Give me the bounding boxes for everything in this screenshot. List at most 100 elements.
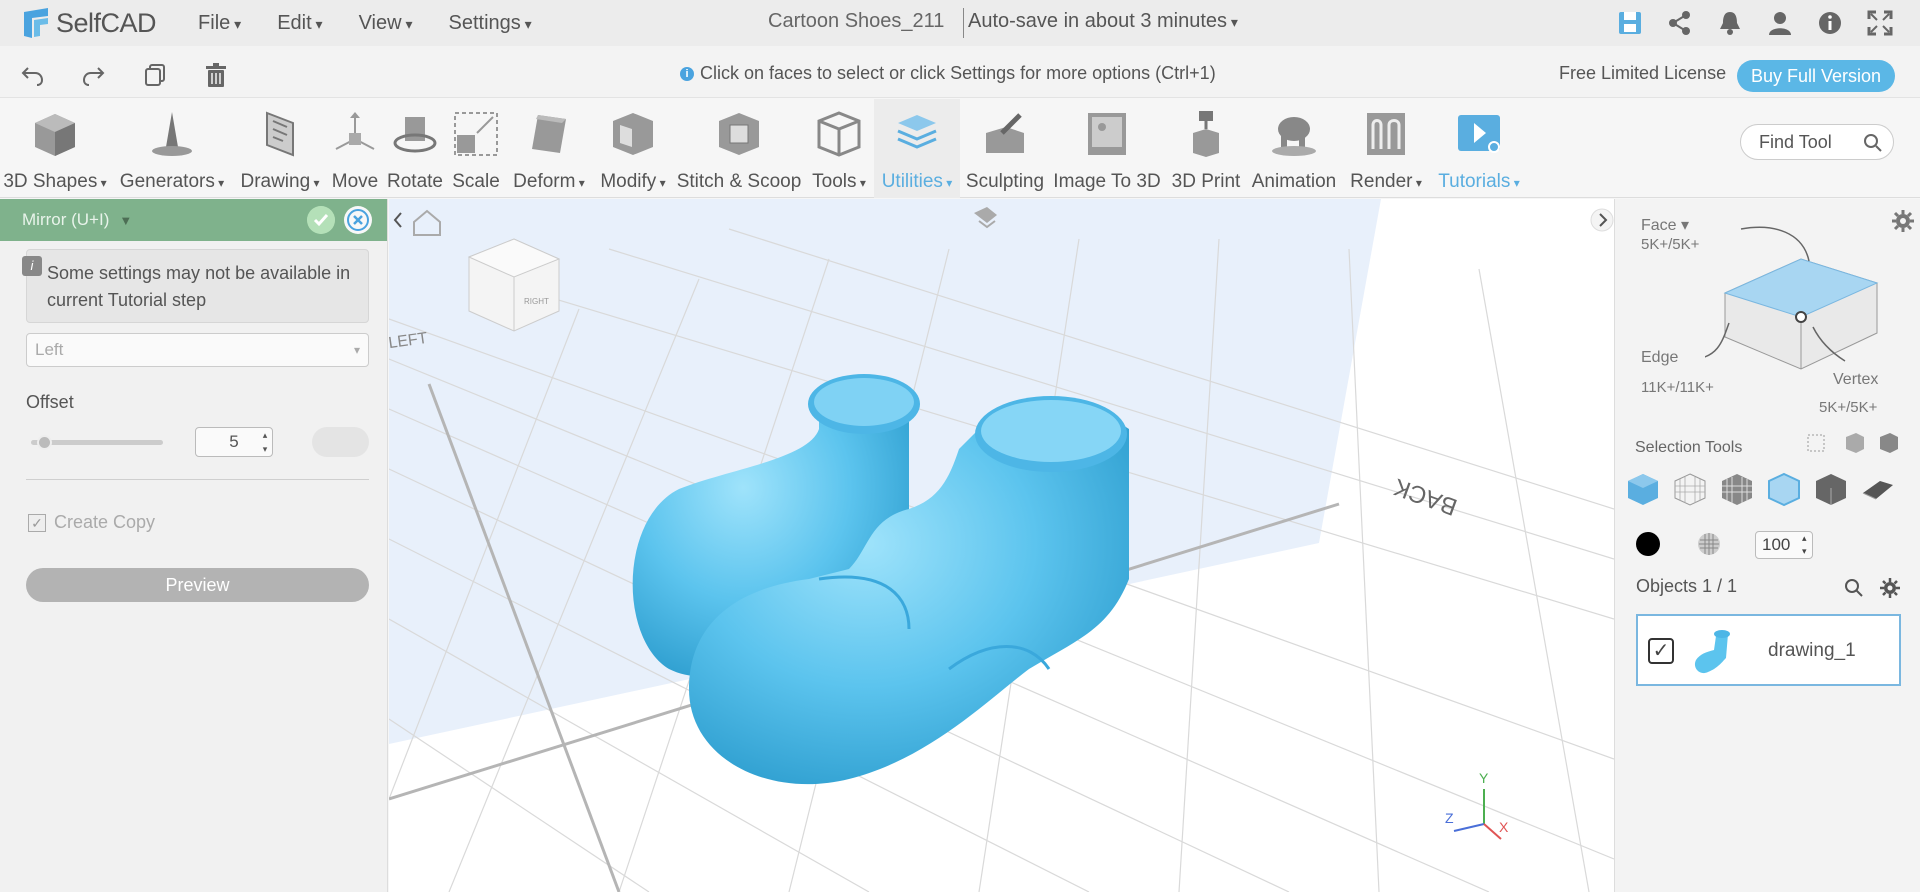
material-texture-icon[interactable] [1696,531,1722,557]
tool-move[interactable]: Move [326,99,384,198]
tool-rotate[interactable]: Rotate [384,99,446,198]
grid-select-icon[interactable] [1719,471,1755,507]
save-icon[interactable] [1616,9,1644,37]
offset-toggle[interactable] [312,427,369,457]
notification-bell-icon[interactable] [1716,9,1744,37]
close-icon[interactable] [344,206,372,234]
hint-info-icon: i [680,66,694,81]
edge-label: Edge [1641,349,1679,366]
3d-printer-icon [1193,111,1219,157]
axis-gizmo: Y Z X [1445,770,1509,840]
tool-stitch-scoop[interactable]: Stitch & Scoop [674,99,804,198]
mirror-tool-panel: Mirror (U+I) ▼ i Some settings may not be… [0,199,388,892]
opacity-stepper[interactable]: 100 [1755,531,1813,559]
offset-stepper[interactable]: 5 [195,427,273,457]
view-cube[interactable]: RIGHT [467,238,561,332]
objects-settings-gear-icon[interactable] [1879,577,1901,599]
menu-settings[interactable]: Settings [449,12,532,35]
face-count: 5K+/5K+ [1641,236,1700,253]
checkbox-box[interactable]: ✓ [28,513,46,532]
face-label: Face [1641,217,1677,234]
selection-mode-small-icons[interactable] [1806,431,1906,455]
tool-sculpting[interactable]: Sculpting [960,99,1050,198]
search-icon[interactable] [1863,133,1883,153]
offset-slider[interactable] [31,435,163,450]
selection-mode-cube-diagram[interactable] [1705,213,1915,383]
tool-3d-print[interactable]: 3D Print [1164,99,1248,198]
tool-modify[interactable]: Modify [592,99,674,198]
axis-y-label: Y [1479,770,1489,786]
note-info-icon: i [22,256,42,276]
hint-text: Click on faces to select or click Settin… [700,63,1216,83]
tool-label: Move [331,171,379,192]
tool-animation[interactable]: Animation [1248,99,1340,198]
menu-view[interactable]: View [359,12,413,35]
tool-label: Deform [506,171,592,193]
preview-button[interactable]: Preview [26,568,369,602]
tool-label: Stitch & Scoop [676,171,802,192]
offset-value: 5 [229,432,239,451]
tool-label: 3D Shapes [0,171,110,193]
3d-viewport[interactable]: RIGHT LEFT BACK Y Z X [389,199,1614,892]
modify-icon [613,113,653,155]
object-list-item[interactable]: ✓ drawing_1 [1636,614,1901,686]
tool-utilities[interactable]: Utilities [874,99,960,198]
info-icon[interactable] [1816,9,1844,37]
confirm-check-icon[interactable] [307,206,335,234]
copy-icon[interactable] [142,62,168,88]
delete-trash-icon[interactable] [203,62,229,88]
viewport-scene[interactable]: RIGHT LEFT BACK Y Z X [389,199,1614,892]
wireframe-select-icon[interactable] [1672,471,1708,507]
document-title[interactable]: Cartoon Shoes_211 [768,10,944,33]
back-view-label: BACK [1390,473,1461,521]
note-text: Some settings may not be available in cu… [47,263,351,310]
menu-file[interactable]: File [198,12,241,35]
scale-icon [454,112,498,156]
redo-icon[interactable] [80,62,106,88]
undo-icon[interactable] [20,62,46,88]
search-objects-icon[interactable] [1843,577,1865,599]
tool-deform[interactable]: Deform [506,99,592,198]
plane-select-icon[interactable] [1860,471,1896,507]
object-visibility-checkbox[interactable]: ✓ [1648,638,1674,664]
tool-render[interactable]: Render [1340,99,1432,198]
tool-label: Animation [1251,171,1337,192]
direction-value: Left [35,340,64,359]
tool-generators[interactable]: Generators [116,99,228,198]
select-face-cube-icon[interactable] [1625,471,1661,507]
generator-cone-icon [152,112,192,156]
image-to-3d-icon [1088,113,1126,155]
collapse-left-panel-icon[interactable] [389,205,407,235]
collapse-right-panel-icon[interactable] [1590,205,1614,235]
tool-drawing[interactable]: Drawing [234,99,326,198]
tool-3d-shapes[interactable]: 3D Shapes [0,99,110,198]
rotate-icon [393,117,437,153]
fullscreen-icon[interactable] [1866,9,1894,37]
tool-label: 3D Print [1171,171,1241,192]
tool-tutorials[interactable]: Tutorials [1432,99,1526,198]
create-copy-checkbox[interactable]: ✓ Create Copy [28,512,155,533]
user-account-icon[interactable] [1766,9,1794,37]
face-mode-label[interactable]: Face ▾ [1641,215,1689,235]
find-tool-input[interactable]: Find Tool [1740,124,1894,160]
menu-bar: SelfCAD File Edit View Settings Cartoon … [0,0,1920,46]
color-swatch-icon[interactable] [1635,531,1661,557]
status-hint: i Click on faces to select or click Sett… [680,63,1216,84]
select-outline-cube-icon[interactable] [1766,471,1802,507]
tool-label: Scale [452,171,500,192]
share-icon[interactable] [1666,9,1694,37]
autosave-dropdown[interactable]: Auto-save in about 3 minutes [968,10,1238,33]
tool-label: Render [1340,171,1432,193]
mirror-direction-select[interactable]: Left [26,333,369,367]
panel-collapse-icon[interactable]: ▼ [119,213,132,228]
menu-edit[interactable]: Edit [277,12,322,35]
slider-handle[interactable] [37,435,52,450]
tool-image-to-3d[interactable]: Image To 3D [1050,99,1164,198]
render-icon [1367,113,1405,155]
solid-cube-icon[interactable] [1813,471,1849,507]
tool-scale[interactable]: Scale [446,99,506,198]
tool-tools[interactable]: Tools [804,99,874,198]
app-logo[interactable]: SelfCAD [20,0,157,46]
edge-count: 11K+/11K+ [1641,379,1714,396]
buy-full-version-button[interactable]: Buy Full Version [1737,60,1895,92]
